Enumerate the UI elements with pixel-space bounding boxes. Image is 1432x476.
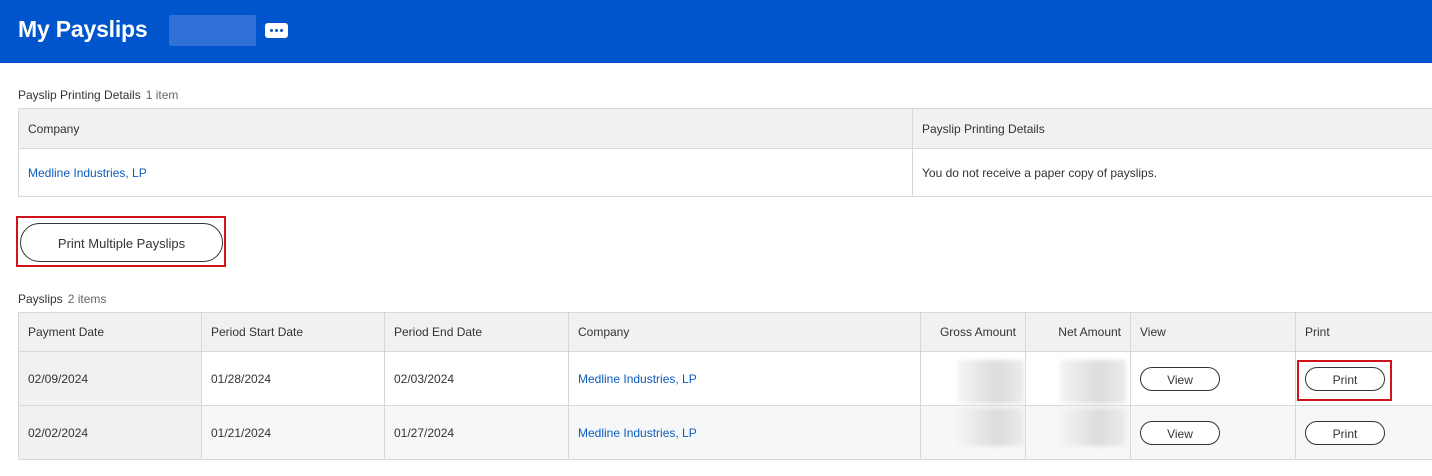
column-header-payment-date: Payment Date	[18, 312, 202, 352]
printing-details-table: Company Payslip Printing Details Medline…	[18, 108, 1432, 197]
redacted-net-amount	[1060, 408, 1126, 446]
column-header-period-end: Period End Date	[384, 312, 569, 352]
column-header-print: Print	[1295, 312, 1432, 352]
column-header-printing-details: Payslip Printing Details	[912, 108, 1432, 149]
payslips-table: Payment Date Period Start Date Period En…	[18, 312, 1432, 460]
column-header-net-amount: Net Amount	[1025, 312, 1131, 352]
table-header-row: Payment Date Period Start Date Period En…	[18, 312, 1432, 352]
payment-date-cell: 02/09/2024	[18, 351, 202, 406]
period-end-cell: 01/27/2024	[384, 405, 569, 460]
payslips-title: Payslips	[18, 292, 63, 306]
printing-details-value: You do not receive a paper copy of paysl…	[912, 148, 1432, 197]
company-link[interactable]: Medline Industries, LP	[578, 372, 697, 386]
redacted-gross-amount	[958, 360, 1024, 404]
print-multiple-highlight: Print Multiple Payslips	[16, 216, 226, 267]
page-title: My Payslips	[18, 16, 148, 42]
period-start-cell: 01/21/2024	[201, 405, 385, 460]
page-header: My Payslips	[0, 0, 1432, 63]
view-button[interactable]: View	[1140, 420, 1220, 445]
printing-details-title: Payslip Printing Details	[18, 88, 141, 102]
column-header-gross-amount: Gross Amount	[920, 312, 1026, 352]
column-header-view: View	[1130, 312, 1296, 352]
view-button[interactable]: View	[1140, 366, 1220, 391]
payment-date-cell: 02/02/2024	[18, 405, 202, 460]
period-start-cell: 01/28/2024	[201, 351, 385, 406]
redacted-net-amount	[1060, 360, 1126, 404]
company-link[interactable]: Medline Industries, LP	[578, 426, 697, 440]
table-row: 02/02/2024 01/21/2024 01/27/2024 Medline…	[18, 405, 1432, 460]
table-row: 02/09/2024 01/28/2024 02/03/2024 Medline…	[18, 351, 1432, 406]
printing-details-count: 1 item	[145, 88, 179, 102]
payslips-heading: Payslips 2 items	[18, 292, 106, 306]
ellipsis-icon[interactable]	[265, 23, 288, 38]
period-end-cell: 02/03/2024	[384, 351, 569, 406]
redacted-gross-amount	[958, 408, 1024, 446]
print-button-highlight	[1297, 360, 1392, 401]
redacted-worker-name	[169, 15, 256, 46]
column-header-company: Company	[568, 312, 921, 352]
column-header-period-start: Period Start Date	[201, 312, 385, 352]
printing-details-heading: Payslip Printing Details 1 item	[18, 88, 178, 102]
table-row: Medline Industries, LP You do not receiv…	[18, 148, 1432, 197]
payslips-count: 2 items	[67, 292, 107, 306]
print-multiple-payslips-button[interactable]: Print Multiple Payslips	[20, 223, 223, 262]
column-header-company: Company	[18, 108, 913, 149]
company-link[interactable]: Medline Industries, LP	[28, 166, 147, 180]
table-header-row: Company Payslip Printing Details	[18, 108, 1432, 149]
print-button[interactable]: Print	[1305, 420, 1385, 445]
